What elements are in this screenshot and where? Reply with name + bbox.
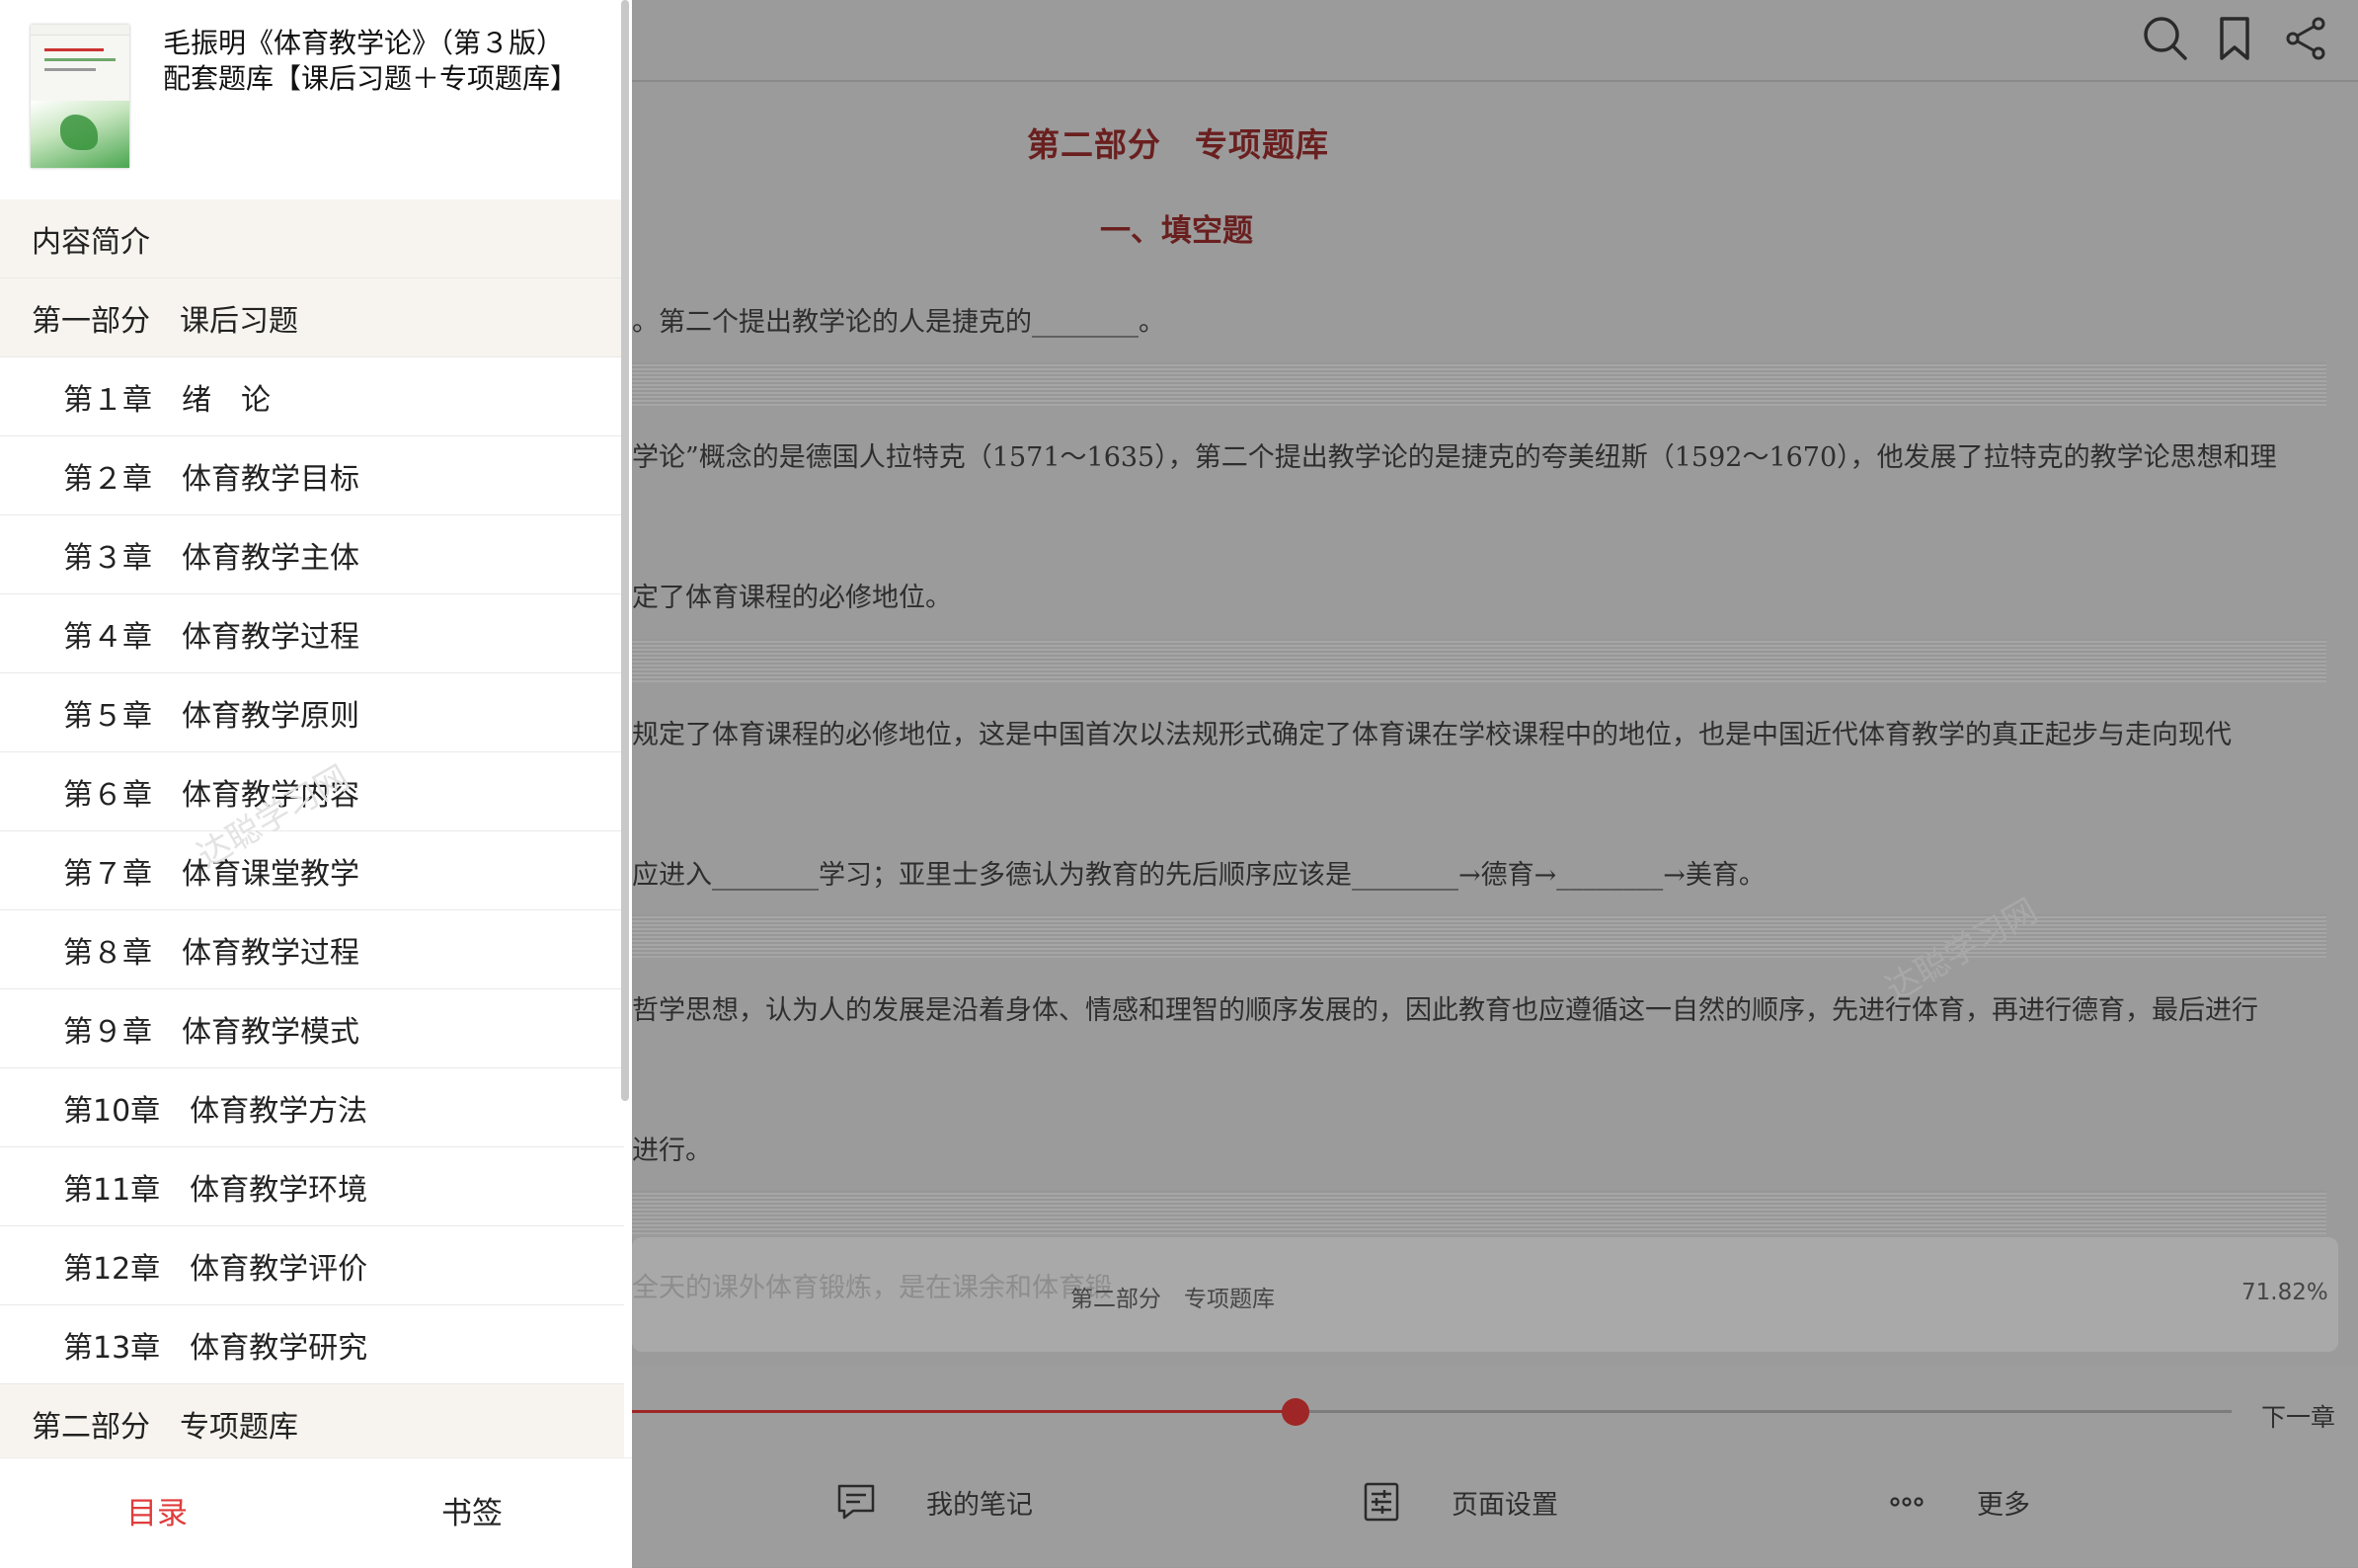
- text-line: 规定了体育课程的必修地位，这是中国首次以法规形式确定了体育课在学校课程中的地位，…: [632, 720, 2232, 750]
- text-line: 哲学思想，认为人的发展是沿着身体、情感和理智的顺序发展的，因此教育也应遵循这一自…: [632, 995, 2258, 1026]
- toc-chapter-item[interactable]: 第２章 体育教学目标: [0, 436, 624, 515]
- toc-item-label: 第二部分 专项题库: [32, 1409, 298, 1445]
- toc-item-label: 第１章 绪 论: [63, 382, 271, 418]
- answer-mask[interactable]: [632, 362, 2326, 406]
- toc-item-label: 第３章 体育教学主体: [63, 540, 359, 576]
- answer-mask[interactable]: [632, 914, 2326, 958]
- toc-chapter-item[interactable]: 第11章 体育教学环境: [0, 1147, 624, 1226]
- text-line: 。第二个提出教学论的人是捷克的________。: [632, 307, 1165, 338]
- toc-chapter-item[interactable]: 第５章 体育教学原则: [0, 673, 624, 752]
- toc-chapter-item[interactable]: 第10章 体育教学方法: [0, 1068, 624, 1147]
- toc-chapter-item[interactable]: 第１章 绪 论: [0, 357, 624, 436]
- toc-item-label: 第４章 体育教学过程: [63, 619, 359, 655]
- more-button[interactable]: 更多: [1886, 1481, 2030, 1523]
- page-settings-button[interactable]: 页面设置: [1361, 1481, 1558, 1523]
- answer-mask[interactable]: [632, 1191, 2326, 1234]
- text-line: 应进入________学习；亚里士多德认为教育的先后顺序应该是________→…: [632, 860, 1766, 891]
- toc-drawer: 毛振明《体育教学论》（第３版） 配套题库【课后习题＋专项题库】 内容简介第一部分…: [0, 0, 632, 1568]
- search-icon[interactable]: [2141, 14, 2190, 63]
- notes-label: 我的笔记: [926, 1489, 1033, 1521]
- text-line: 进行。: [632, 1136, 712, 1166]
- notes-button[interactable]: 我的笔记: [835, 1481, 1033, 1523]
- page-settings-label: 页面设置: [1452, 1489, 1558, 1521]
- text-line: 全天的课外体育锻炼，是在课余和体育锻: [632, 1273, 1112, 1303]
- toc-item-label: 第13章 体育教学研究: [63, 1330, 368, 1366]
- toc-chapter-item[interactable]: 第９章 体育教学模式: [0, 989, 624, 1068]
- toc-item-label: 第５章 体育教学原则: [63, 698, 359, 734]
- text-line: 定了体育课程的必修地位。: [632, 583, 952, 613]
- tab-contents[interactable]: 目录: [126, 1488, 188, 1532]
- answer-mask[interactable]: [632, 639, 2326, 682]
- toc-item-label: 第10章 体育教学方法: [63, 1093, 368, 1129]
- toc-part-item[interactable]: 第一部分 课后习题: [0, 278, 624, 357]
- part-title: 第二部分 专项题库: [1027, 125, 1329, 164]
- notes-icon: [837, 1484, 875, 1520]
- drawer-tabs: 目录 书签: [0, 1457, 632, 1568]
- cover-header: [31, 25, 129, 36]
- progress-knob[interactable]: [1281, 1398, 1309, 1426]
- book-title-line: 毛振明《体育教学论》（第３版）: [163, 27, 565, 59]
- text-line: 学论”概念的是德国人拉特克（1571～1635），第二个提出教学论的是捷克的夸美…: [632, 442, 2277, 473]
- book-title: 毛振明《体育教学论》（第３版） 配套题库【课后习题＋专项题库】: [163, 26, 627, 97]
- toc-part-item[interactable]: 第二部分 专项题库: [0, 1384, 624, 1463]
- section-title: 一、填空题: [1100, 213, 1253, 249]
- toc-item-label: 第８章 体育教学过程: [63, 935, 359, 971]
- toc-chapter-item[interactable]: 第12章 体育教学评价: [0, 1226, 624, 1305]
- toc-item-label: 内容简介: [32, 224, 150, 260]
- bookmark-icon[interactable]: [2210, 14, 2259, 63]
- toc-chapter-item[interactable]: 第８章 体育教学过程: [0, 910, 624, 989]
- toc-part-item[interactable]: 内容简介: [0, 199, 624, 278]
- next-chapter-button[interactable]: 下一章: [2261, 1398, 2335, 1434]
- toc-chapter-item[interactable]: 第４章 体育教学过程: [0, 594, 624, 673]
- cover-title-line: [44, 68, 96, 71]
- settings-icon: [1364, 1482, 1399, 1522]
- toc-chapter-item[interactable]: 第13章 体育教学研究: [0, 1305, 624, 1384]
- scrollbar[interactable]: [621, 0, 629, 1101]
- tab-bookmarks[interactable]: 书签: [441, 1488, 503, 1532]
- share-icon[interactable]: [2281, 14, 2330, 63]
- toc-item-label: 第11章 体育教学环境: [63, 1172, 368, 1208]
- cover-title-line: [44, 58, 116, 61]
- status-section: 第二部分 专项题库: [1070, 1287, 1275, 1312]
- cover-title-line: [44, 48, 104, 51]
- toc-item-label: 第９章 体育教学模式: [63, 1014, 359, 1050]
- toc-item-label: 第一部分 课后习题: [32, 303, 298, 339]
- book-title-line: 配套题库【课后习题＋专项题库】: [163, 62, 579, 95]
- progress-fill: [632, 1410, 1296, 1413]
- more-label: 更多: [1977, 1489, 2030, 1521]
- status-percent: 71.82%: [2241, 1280, 2328, 1305]
- toc-item-label: 第２章 体育教学目标: [63, 461, 359, 497]
- progress-slider[interactable]: [632, 1398, 2232, 1426]
- book-cover[interactable]: [31, 25, 129, 168]
- more-icon: [1890, 1497, 1924, 1507]
- toc-chapter-item[interactable]: 第７章 体育课堂教学: [0, 831, 624, 910]
- toc-item-label: 第12章 体育教学评价: [63, 1251, 368, 1287]
- toc-list: 内容简介第一部分 课后习题 第１章 绪 论第２章 体育教学目标 第３章 体育教学主体…: [0, 199, 624, 1463]
- toc-chapter-item[interactable]: 第３章 体育教学主体: [0, 515, 624, 594]
